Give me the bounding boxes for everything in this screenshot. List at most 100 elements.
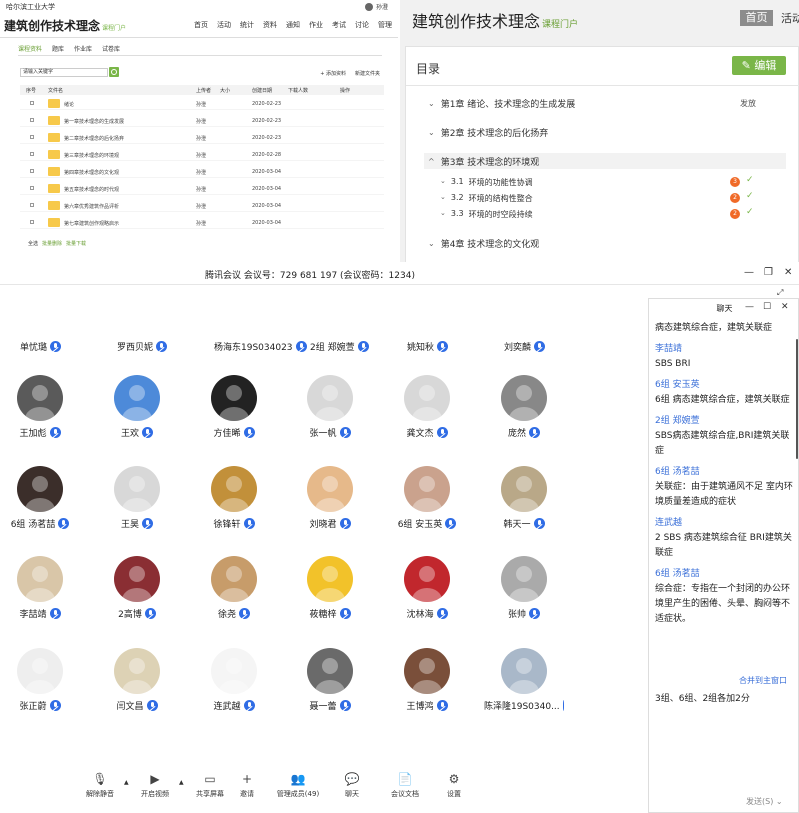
table-row[interactable]: 绪论 孙澄 2020-02-23 [20,97,384,110]
chat-input[interactable]: 3组、6组、2组各加2分 [655,691,750,704]
search-input[interactable]: 请输入关键字 [20,68,108,77]
chapter-1[interactable]: ⌄ 第1章 绪论、技术理念的生成发展 [428,97,575,110]
participant-tile[interactable]: 陈泽隆19S0340... [484,648,573,718]
chapter-2[interactable]: ⌄ 第2章 技术理念的后化扬弃 [428,126,548,139]
chapter-3[interactable]: ^ 第3章 技术理念的环境观 [424,153,786,169]
nav-notice[interactable]: 通知 [286,20,300,30]
close-icon[interactable]: ✕ [784,267,792,278]
send-button[interactable]: 发送(S) ⌄ [746,796,783,807]
chat-sender[interactable]: 6组 汤茗喆 [655,567,797,582]
search-icon[interactable] [109,67,119,77]
file-name[interactable]: 第五章技术理念的时代观 [64,186,119,193]
participant-name[interactable]: 姚知秋 [407,340,449,353]
row-checkbox[interactable] [30,101,34,105]
table-row[interactable]: 第三章技术理念的环境观 孙澄 2020-02-28 [20,148,384,161]
table-row[interactable]: 第四章技术理念的文化观 孙澄 2020-03-04 [20,165,384,178]
nav-stats[interactable]: 统计 [240,20,254,30]
toolbar-settings-button[interactable]: ⚙ 设置 [424,772,484,799]
nav-homework[interactable]: 作业 [309,20,323,30]
file-name[interactable]: 绪论 [64,101,74,108]
participant-tile[interactable]: 徐锋轩 [194,466,274,536]
participant-tile[interactable]: 张一帆 [290,375,370,445]
table-row[interactable]: 第一章技术理念的生成发展 孙澄 2020-02-23 [20,114,384,127]
publish-button[interactable]: 发放 [740,98,756,109]
participant-tile[interactable]: 王博鸿 [387,648,467,718]
participant-tile[interactable]: 龚文杰 [387,375,467,445]
file-name[interactable]: 第三章技术理念的环境观 [64,152,119,159]
participant-tile[interactable]: 方佳晞 [194,375,274,445]
file-name[interactable]: 第七章建筑创作观略启示 [64,220,119,227]
participant-tile[interactable]: 莜糖梓 [290,556,370,626]
toolbar-mic-muted-button[interactable]: 🎙 解除静音 [70,772,130,799]
nav-home[interactable]: 首页 [740,10,773,26]
participant-name[interactable]: 2组 郑婉萱 [310,340,369,353]
scrollbar[interactable] [796,339,798,459]
chat-sender[interactable]: 连武越 [655,516,797,531]
participant-name[interactable]: 单忧璐 [20,340,62,353]
participant-tile[interactable]: 6组 汤茗喆 [0,466,80,536]
close-icon[interactable]: ✕ [781,302,789,312]
participant-name[interactable]: 刘奕麟 [504,340,546,353]
row-checkbox[interactable] [30,152,34,156]
chat-sender[interactable]: 2组 郑婉萱 [655,414,797,429]
nav-manage[interactable]: 管理 [378,20,392,30]
participant-tile[interactable]: 王加彪 [0,375,80,445]
edit-button[interactable]: ✎ 编辑 [732,56,786,75]
table-row[interactable]: 第七章建筑创作观略启示 孙澄 2020-03-04 [20,216,384,229]
table-row[interactable]: 第五章技术理念的时代观 孙澄 2020-03-04 [20,182,384,195]
col-size[interactable]: 大小 [220,87,230,94]
participant-tile[interactable]: 王欢 [97,375,177,445]
chevron-up-icon[interactable]: ▲ [124,779,129,786]
col-filename[interactable]: 文件名 [48,87,63,94]
new-folder-button[interactable]: 新建文件夹 [355,70,380,77]
row-checkbox[interactable] [30,220,34,224]
toolbar-members-button[interactable]: 👥 管理成员(49) [268,772,328,799]
table-row[interactable]: 第六章优秀建筑作品评析 孙澄 2020-03-04 [20,199,384,212]
participant-tile[interactable]: 聂一蕾 [290,648,370,718]
table-row[interactable]: 第二章技术理念的后化扬弃 孙澄 2020-02-23 [20,131,384,144]
nav-activity[interactable]: 活动 [217,20,231,30]
section-3-2[interactable]: ⌄ 3.2 环境的结构性整合 [440,193,533,204]
participant-tile[interactable]: 2高博 [97,556,177,626]
row-checkbox[interactable] [30,118,34,122]
chapter-4[interactable]: ⌄ 第4章 技术理念的文化观 [428,237,539,250]
row-checkbox[interactable] [30,135,34,139]
minimize-icon[interactable]: — [745,302,754,312]
select-all[interactable]: 全选 [28,240,38,247]
section-3-1[interactable]: ⌄ 3.1 环境的功能性协调 [440,177,533,188]
row-checkbox[interactable] [30,186,34,190]
fullscreen-icon[interactable]: ⤢ [777,288,783,298]
participant-tile[interactable]: 连武越 [194,648,274,718]
toolbar-chat-button[interactable]: 💬 聊天 [322,772,382,799]
section-3-3[interactable]: ⌄ 3.3 环境的时空段持续 [440,209,533,220]
col-date[interactable]: 创建日期 [252,87,272,94]
participant-tile[interactable]: 闫文昌 [97,648,177,718]
participant-name[interactable]: 罗西贝妮 [117,340,168,353]
chevron-up-icon[interactable]: ▲ [179,779,184,786]
participant-tile[interactable]: 徐尧 [194,556,274,626]
chat-sender[interactable]: 6组 安玉英 [655,378,797,393]
user-menu[interactable]: 孙澄 [364,2,388,11]
file-name[interactable]: 第一章技术理念的生成发展 [64,118,124,125]
nav-discuss[interactable]: 讨论 [355,20,369,30]
nav-exam[interactable]: 考试 [332,20,346,30]
row-checkbox[interactable] [30,203,34,207]
col-downloads[interactable]: 下载人数 [288,87,308,94]
chat-sender[interactable]: 李喆靖 [655,342,797,357]
participant-name[interactable]: 杨海东19S034023 [214,340,307,353]
participant-tile[interactable]: 李喆靖 [0,556,80,626]
file-name[interactable]: 第六章优秀建筑作品评析 [64,203,119,210]
col-uploader[interactable]: 上传者 [196,87,211,94]
merge-to-main-button[interactable]: 合并到主窗口 [739,675,787,686]
participant-tile[interactable]: 庞然 [484,375,564,445]
participant-tile[interactable]: 沈林海 [387,556,467,626]
restore-icon[interactable]: ☐ [763,302,771,312]
nav-files[interactable]: 资料 [263,20,277,30]
toolbar-video-off-button[interactable]: ▶ 开启视频 [125,772,185,799]
batch-download-button[interactable]: 批量下载 [66,240,86,247]
nav-activity[interactable]: 活动 [781,10,799,26]
chat-sender[interactable]: 6组 汤茗喆 [655,465,797,480]
restore-icon[interactable]: ❐ [764,267,773,278]
batch-delete-button[interactable]: 批量删除 [42,240,62,247]
minimize-icon[interactable]: — [744,267,754,278]
